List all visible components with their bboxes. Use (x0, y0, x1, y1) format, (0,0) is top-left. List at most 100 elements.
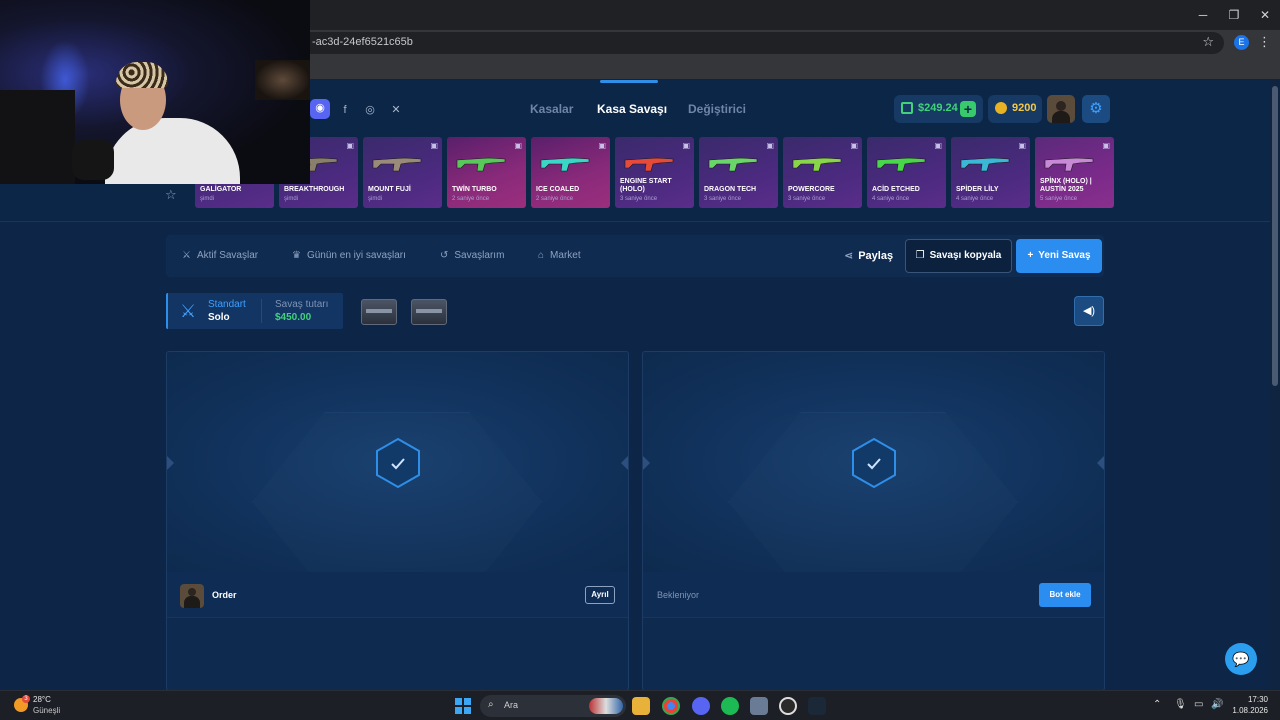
network-icon[interactable]: ▭ (1194, 699, 1203, 710)
nav-active-indicator (600, 80, 658, 83)
obs-icon[interactable] (779, 697, 797, 715)
player-row: Bekleniyor Bot ekle (643, 572, 1104, 618)
share-icon: ⋖ (844, 250, 854, 262)
search-placeholder: Ara (504, 700, 519, 710)
case-thumbnail[interactable] (411, 299, 447, 325)
nav-kasalar[interactable]: Kasalar (530, 102, 573, 116)
taskbar-search[interactable]: ⌕ Ara (480, 695, 626, 717)
favorite-star-icon[interactable]: ☆ (165, 187, 177, 203)
live-drop-card[interactable]: ▣ DRAGON TECH 3 saniye önce (699, 137, 778, 208)
case-icon: ▣ (346, 141, 354, 150)
facebook-icon[interactable]: f (336, 101, 354, 119)
live-drop-card[interactable]: ▣ ICE COALED 2 saniye önce (531, 137, 610, 208)
add-bot-button[interactable]: Bot ekle (1039, 583, 1091, 607)
scrollbar-thumb[interactable] (1272, 86, 1278, 386)
case-icon: ▣ (682, 141, 690, 150)
x-twitter-icon[interactable]: ✕ (387, 101, 405, 119)
live-drop-card[interactable]: ▣ POWERCORE 3 saniye önce (783, 137, 862, 208)
battle-cost-label: Savaş tutarı (275, 299, 329, 310)
live-drop-card[interactable]: ▣ MOUNT FUJİ şimdi (363, 137, 442, 208)
trophy-icon: ♛ (292, 250, 301, 261)
live-drop-card[interactable]: ▣ ACİD ETCHED 4 saniye önce (867, 137, 946, 208)
address-bar[interactable]: -ac3d-24ef6521c65b ☆ (300, 32, 1224, 54)
drop-time: 4 saniye önce (872, 196, 910, 202)
tray-chevron-icon[interactable]: ⌃ (1153, 699, 1161, 710)
deposit-button[interactable]: + (960, 101, 976, 117)
discord-taskbar-icon[interactable] (692, 697, 710, 715)
bookmark-star-icon[interactable]: ☆ (1202, 34, 1214, 50)
profile-avatar[interactable]: E (1234, 35, 1249, 50)
drop-time: 4 saniye önce (956, 196, 994, 202)
windows-start-icon[interactable] (455, 698, 471, 714)
close-window-button[interactable]: ✕ (1250, 6, 1280, 24)
minimize-button[interactable]: ─ (1188, 6, 1218, 24)
chrome-icon[interactable] (662, 697, 680, 715)
tab-market[interactable]: ⌂ Market (538, 250, 581, 261)
weapon-skin-icon (372, 157, 422, 172)
steam-icon[interactable] (808, 697, 826, 715)
weather-condition[interactable]: Güneşli (33, 706, 60, 715)
player-panel-1: Order Ayrıl (166, 351, 629, 691)
drop-time: 3 saniye önce (620, 196, 658, 202)
case-icon: ▣ (850, 141, 858, 150)
player-row: Order Ayrıl (167, 572, 628, 618)
drop-time: 2 saniye önce (452, 196, 490, 202)
drop-time: 2 saniye önce (536, 196, 574, 202)
live-drop-card[interactable]: ▣ SPİDER LİLY 4 saniye önce (951, 137, 1030, 208)
player-name[interactable]: Order (212, 590, 237, 600)
player-panel-2: Bekleniyor Bot ekle (642, 351, 1105, 691)
coins-pill[interactable]: 9200 (988, 95, 1042, 123)
drop-item-name: SPİDER LİLY (956, 186, 999, 193)
taskbar-clock[interactable]: 17:30 (1228, 695, 1268, 704)
wallet-icon (901, 102, 913, 114)
chat-bubble-icon[interactable]: 💬 (1225, 643, 1257, 675)
nav-kasa-savasi[interactable]: Kasa Savaşı (597, 102, 667, 116)
drop-time: 3 saniye önce (788, 196, 826, 202)
case-icon: ▣ (514, 141, 522, 150)
balance-pill[interactable]: $249.24 + (894, 95, 983, 123)
live-drop-card[interactable]: ▣ SPİNX (HOLO) | AUSTİN 2025 5 saniye önce (1035, 137, 1114, 208)
drop-time: şimdi (284, 196, 299, 202)
tab-aktif-savaslar[interactable]: ⚔ Aktif Savaşlar (182, 250, 258, 261)
browser-menu-icon[interactable]: ⋮ (1258, 34, 1271, 50)
drop-item-name: MOUNT FUJİ (368, 186, 411, 193)
new-battle-button[interactable]: + Yeni Savaş (1016, 239, 1102, 273)
live-drop-card[interactable]: ▣ TWİN TURBO 2 saniye önce (447, 137, 526, 208)
microphone-icon[interactable]: 🎙 (1174, 699, 1187, 710)
tab-gunun-en-iyi[interactable]: ♛ Günün en iyi savaşları (292, 250, 406, 261)
reel-right-marker (1097, 456, 1104, 470)
player-avatar[interactable] (180, 584, 204, 608)
page-scrollbar[interactable] (1270, 80, 1280, 690)
taskbar-date[interactable]: 1.08.2026 (1220, 706, 1268, 715)
maximize-button[interactable]: ❐ (1219, 6, 1249, 24)
weapon-skin-icon (624, 157, 674, 172)
battle-toolbar: ⚔ Aktif Savaşlar ♛ Günün en iyi savaşları … (166, 235, 1104, 277)
spotify-icon[interactable] (721, 697, 739, 715)
weather-temp[interactable]: 28°C (33, 695, 51, 704)
file-explorer-icon[interactable] (632, 697, 650, 715)
drop-item-name: ICE COALED (536, 186, 580, 193)
coins-value: 9200 (1012, 102, 1037, 114)
ready-check-icon (852, 437, 896, 489)
sound-toggle-icon[interactable]: ◀) (1074, 296, 1104, 326)
nav-degistirici[interactable]: Değiştirici (688, 102, 746, 116)
crossed-swords-icon: ⚔ (182, 250, 191, 261)
copy-battle-button[interactable]: ❐ Savaşı kopyala (905, 239, 1012, 273)
drop-item-name: SPİNX (HOLO) | AUSTİN 2025 (1040, 178, 1092, 193)
app-icon[interactable] (750, 697, 768, 715)
weapon-skin-icon (1044, 157, 1094, 172)
weapon-skin-icon (708, 157, 758, 172)
case-thumbnail[interactable] (361, 299, 397, 325)
instagram-icon[interactable]: ◎ (361, 101, 379, 119)
live-drop-card[interactable]: ▣ ENGINE START (HOLO) 3 saniye önce (615, 137, 694, 208)
settings-gear-icon[interactable]: ⚙ (1082, 95, 1110, 123)
leave-button[interactable]: Ayrıl (585, 586, 615, 604)
reel-left-marker (643, 456, 650, 470)
share-button[interactable]: ⋖ Paylaş (844, 249, 893, 262)
discord-icon[interactable]: ◉ (310, 99, 330, 119)
drop-item-name: ACİD ETCHED (872, 186, 920, 193)
weapon-skin-icon (960, 157, 1010, 172)
user-avatar[interactable] (1047, 95, 1075, 123)
tab-savaslarim[interactable]: ↺ Savaşlarım (440, 250, 504, 261)
case-reel (167, 352, 628, 592)
